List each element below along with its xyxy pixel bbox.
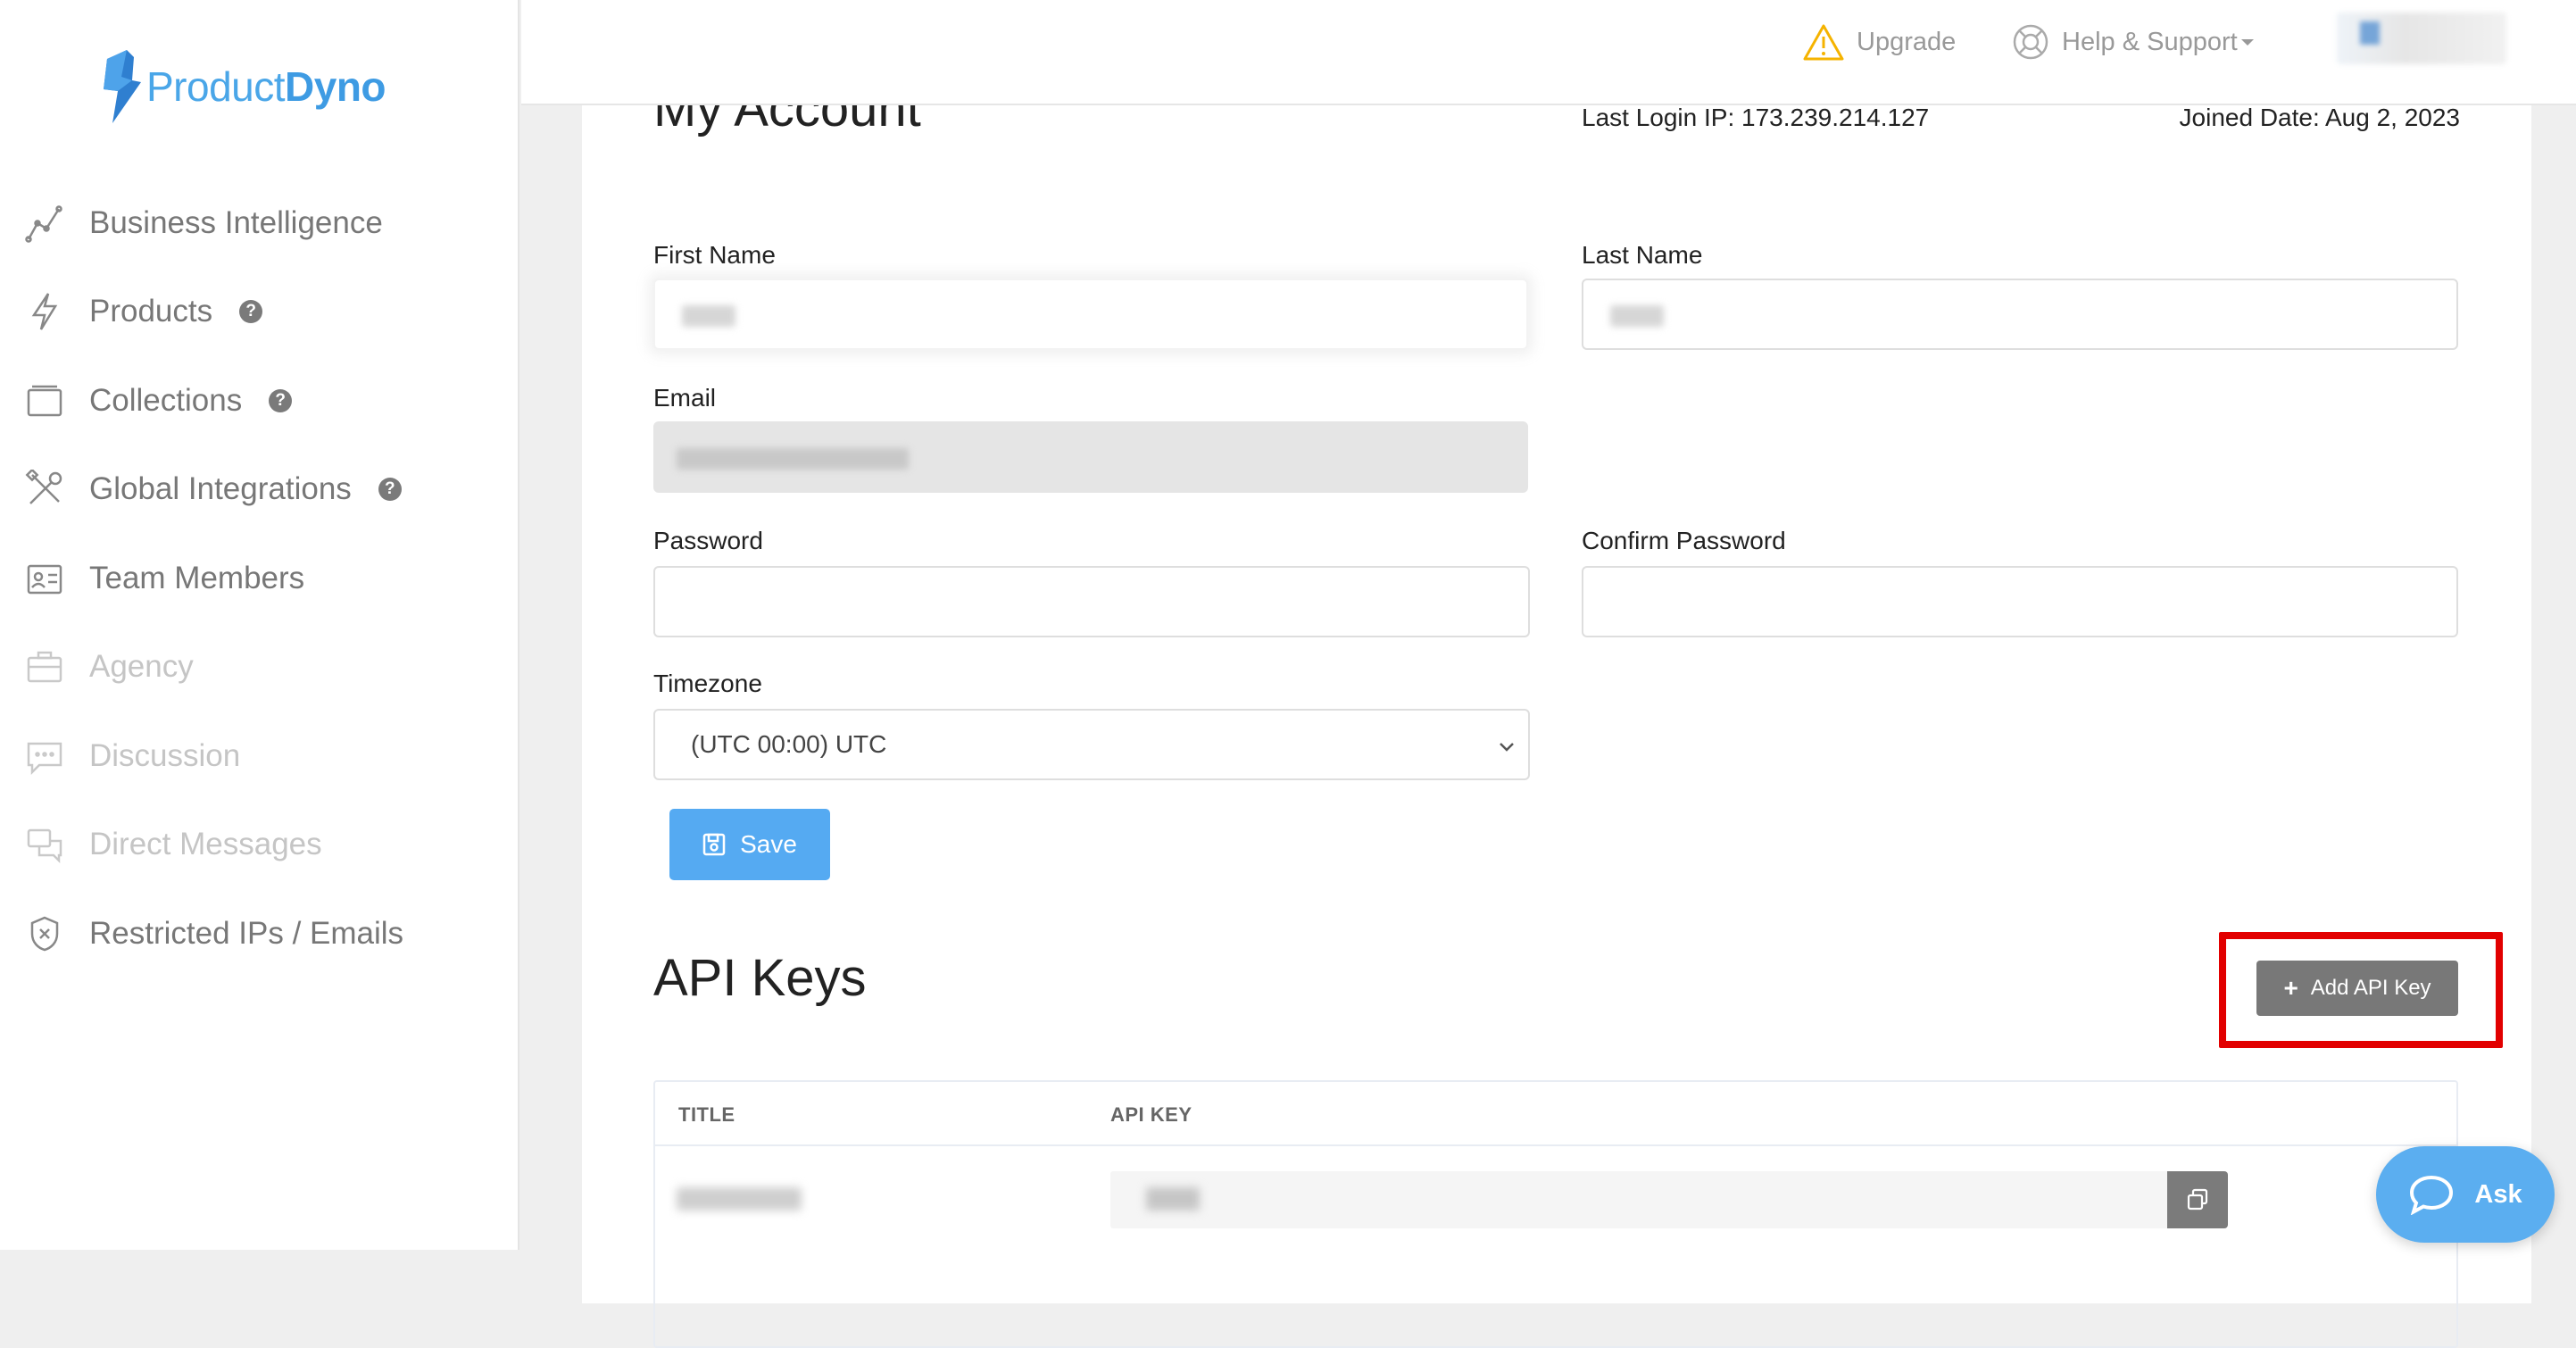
- sidebar-item-discussion[interactable]: Discussion: [0, 711, 518, 801]
- sidebar-item-agency[interactable]: Agency: [0, 623, 518, 712]
- bolt-icon: [31, 293, 58, 330]
- add-api-key-highlight: + Add API Key: [2219, 932, 2503, 1048]
- lifebuoy-icon: [2013, 24, 2048, 60]
- brand-name: ProductDyno: [146, 63, 386, 110]
- confirm-password-label: Confirm Password: [1582, 527, 1786, 554]
- password-input[interactable]: [653, 566, 1530, 637]
- help-support-menu[interactable]: Help & Support: [2012, 20, 2254, 64]
- id-card-icon: [27, 564, 62, 594]
- sidebar-item-restricted-ips[interactable]: Restricted IPs / Emails: [0, 889, 518, 978]
- table-header: TITLE API KEY: [655, 1082, 2456, 1146]
- sidebar-item-label: Agency: [89, 649, 194, 685]
- last-name-input[interactable]: [1582, 279, 2458, 350]
- api-key-title-cell: [677, 1187, 802, 1211]
- email-input[interactable]: [653, 421, 1528, 493]
- chat-bubble-icon: [2410, 1175, 2454, 1215]
- last-name-label: Last Name: [1582, 241, 1703, 269]
- password-label: Password: [653, 527, 763, 554]
- folder-icon: [27, 385, 62, 416]
- user-avatar-menu[interactable]: [2337, 12, 2506, 64]
- sidebar-item-team-members[interactable]: Team Members: [0, 534, 518, 623]
- copy-api-key-button[interactable]: [2167, 1171, 2228, 1228]
- column-header-title: TITLE: [678, 1103, 735, 1126]
- sidebar-item-label: Team Members: [89, 560, 305, 595]
- ask-chat-button[interactable]: Ask: [2376, 1146, 2555, 1243]
- email-label: Email: [653, 384, 717, 412]
- first-name-label: First Name: [653, 241, 776, 269]
- timezone-value: (UTC 00:00) UTC: [691, 730, 887, 758]
- confirm-password-input[interactable]: [1582, 566, 2458, 637]
- help-icon[interactable]: ?: [378, 478, 402, 502]
- sidebar-item-collections[interactable]: Collections ?: [0, 356, 518, 445]
- logo-bolt-icon: [104, 50, 141, 123]
- add-api-key-label: Add API Key: [2310, 976, 2431, 1000]
- upgrade-link[interactable]: Upgrade: [1803, 20, 1956, 64]
- sidebar-item-label: Discussion: [89, 737, 241, 773]
- help-icon[interactable]: ?: [239, 300, 263, 324]
- sidebar-item-label: Products: [89, 294, 213, 329]
- upgrade-label: Upgrade: [1857, 27, 1957, 56]
- tools-icon: [25, 470, 62, 505]
- help-icon[interactable]: ?: [269, 388, 293, 412]
- save-button[interactable]: Save: [669, 809, 830, 880]
- last-login-ip: Last Login IP: 173.239.214.127: [1582, 104, 1930, 131]
- add-api-key-button[interactable]: + Add API Key: [2256, 961, 2458, 1016]
- sidebar-item-direct-messages[interactable]: Direct Messages: [0, 801, 518, 890]
- sidebar-item-label: Business Intelligence: [89, 204, 383, 240]
- api-key-field[interactable]: [1110, 1171, 2167, 1228]
- chat-icon: [27, 742, 62, 775]
- sidebar-item-global-integrations[interactable]: Global Integrations ?: [0, 445, 518, 535]
- save-label: Save: [740, 830, 797, 858]
- sidebar-item-label: Direct Messages: [89, 827, 322, 862]
- plus-icon: +: [2283, 974, 2298, 1002]
- column-header-api-key: API KEY: [1110, 1103, 1192, 1126]
- caret-down-icon: [2240, 39, 2254, 46]
- copy-icon: [2187, 1188, 2208, 1211]
- api-keys-table: TITLE API KEY: [653, 1080, 2458, 1348]
- support-label: Help & Support: [2062, 27, 2238, 56]
- sidebar: ProductDyno Business Intelligence Produc…: [0, 0, 519, 1250]
- ask-label: Ask: [2474, 1179, 2522, 1209]
- timezone-select[interactable]: (UTC 00:00) UTC: [653, 709, 1530, 780]
- sidebar-item-label: Global Integrations: [89, 471, 352, 507]
- api-keys-title: API Keys: [653, 949, 867, 1007]
- first-name-input[interactable]: [653, 279, 1528, 350]
- sidebar-nav: Business Intelligence Products ? Collect…: [0, 179, 518, 978]
- briefcase-icon: [27, 652, 62, 683]
- top-bar: Upgrade Help & Support: [521, 0, 2576, 105]
- chart-line-icon: [25, 205, 62, 243]
- sidebar-item-label: Restricted IPs / Emails: [89, 915, 404, 951]
- chevron-down-icon: [1500, 743, 1514, 752]
- messages-icon: [27, 829, 62, 864]
- shield-icon: [30, 916, 59, 952]
- floppy-disk-icon: [702, 833, 726, 856]
- account-card: My Account Last Login IP: 173.239.214.12…: [582, 54, 2531, 1348]
- sidebar-item-business-intelligence[interactable]: Business Intelligence: [0, 179, 518, 268]
- sidebar-item-products[interactable]: Products ?: [0, 268, 518, 357]
- warning-icon: [1803, 24, 1844, 61]
- joined-date: Joined Date: Aug 2, 2023: [2179, 104, 2460, 131]
- sidebar-item-label: Collections: [89, 382, 243, 418]
- timezone-label: Timezone: [653, 670, 762, 697]
- brand-logo[interactable]: ProductDyno: [100, 50, 386, 123]
